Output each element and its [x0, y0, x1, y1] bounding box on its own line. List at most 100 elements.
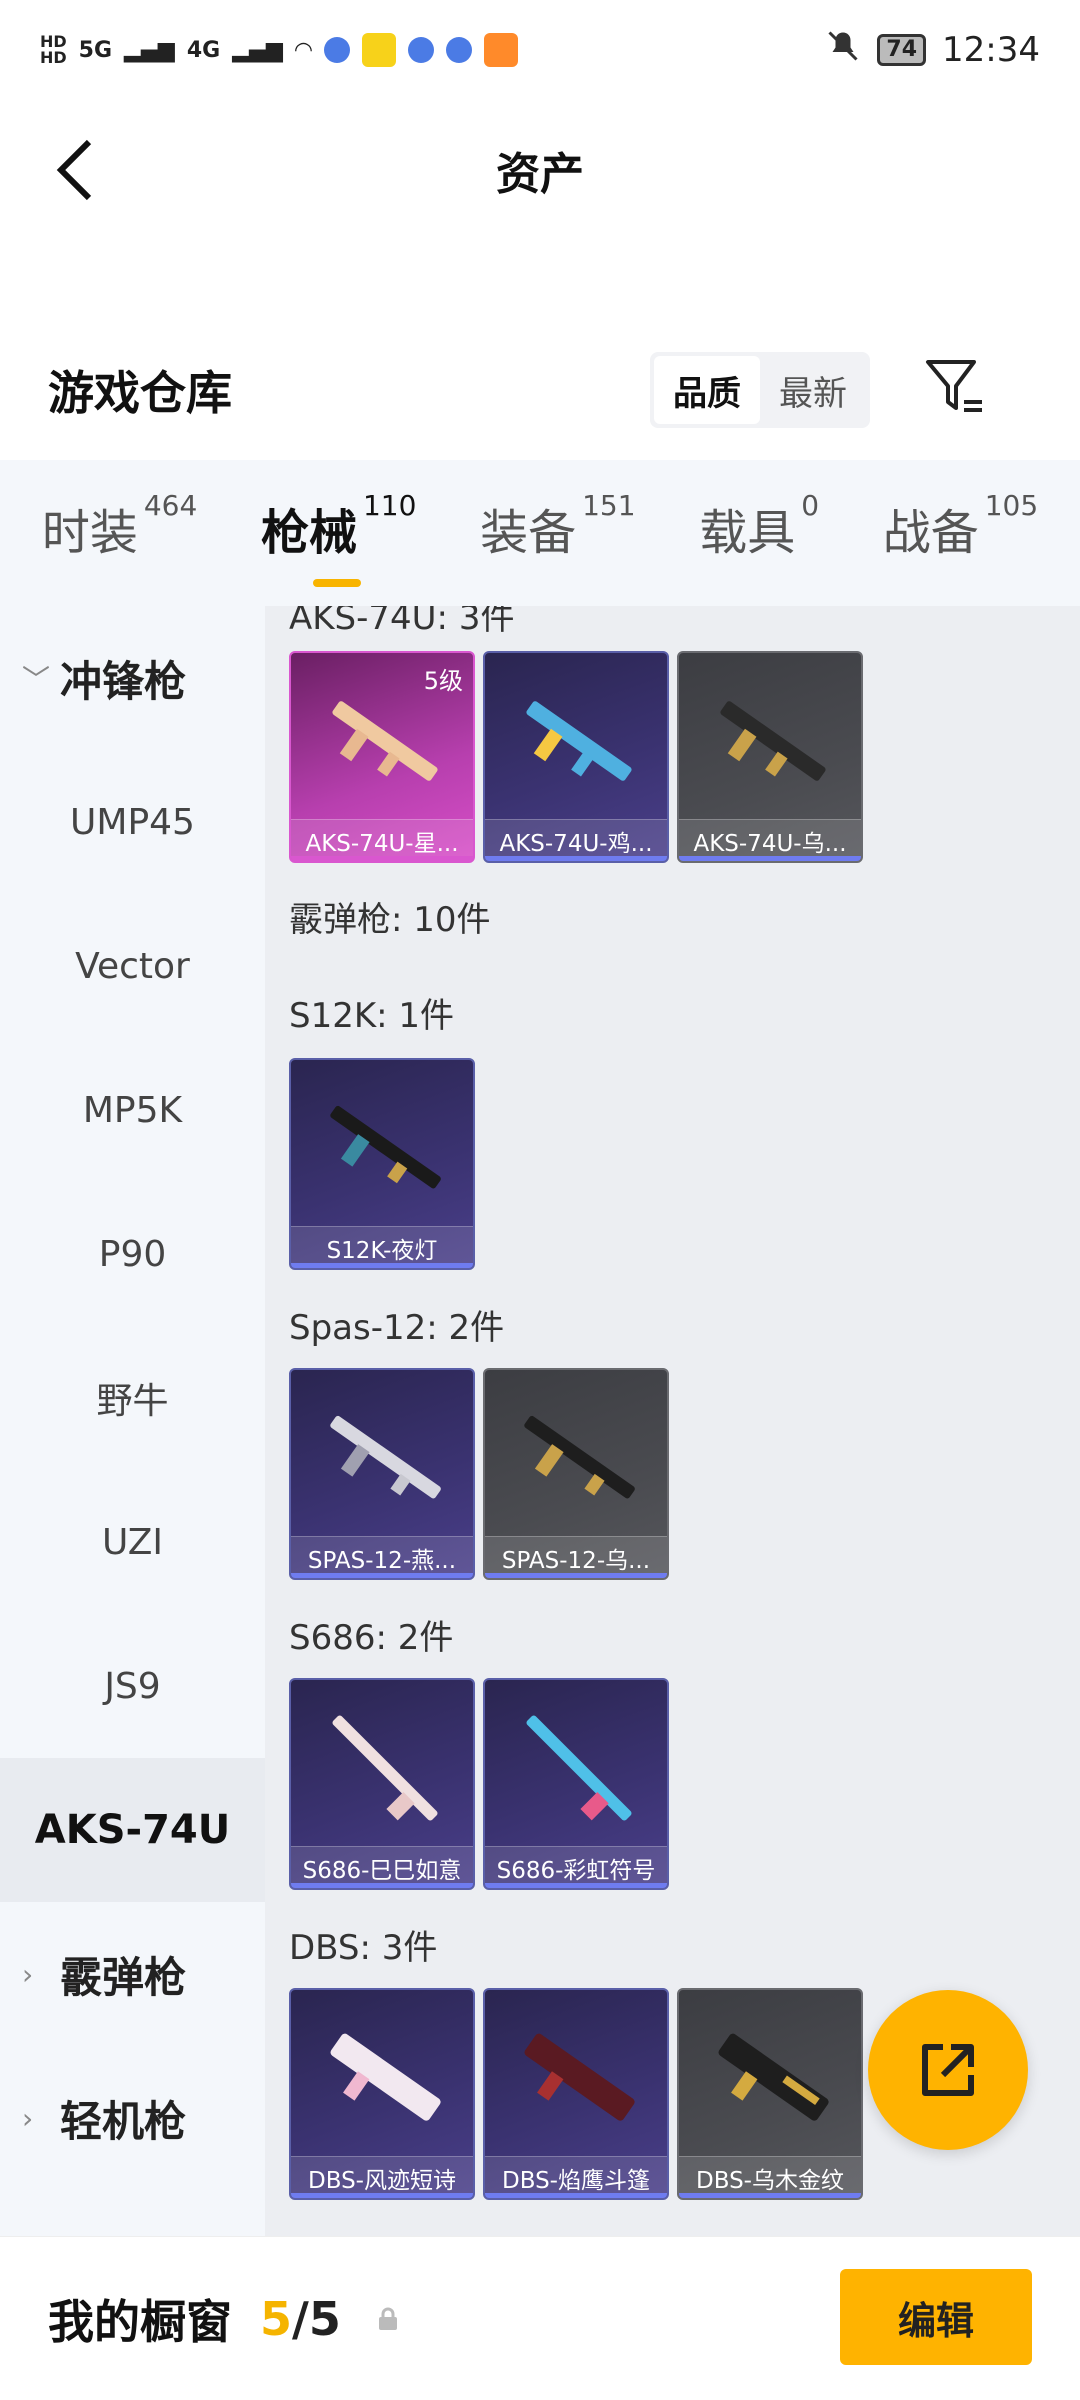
sidebar-group-shotgun[interactable]: › 霰弹枪 — [0, 1902, 265, 2046]
edit-button[interactable]: 编辑 — [840, 2269, 1032, 2365]
item-name: DBS-焰鹰斗篷 — [485, 2156, 667, 2198]
chevron-right-icon: › — [22, 1957, 34, 1991]
sidebar-group-smg[interactable]: ﹀ 冲锋枪 — [0, 606, 265, 750]
tab-label: 时装 — [41, 505, 138, 561]
item-card[interactable]: DBS-乌木金纹 — [677, 1988, 863, 2200]
rarity-bar — [485, 856, 667, 861]
showcase-count-current: 5 — [260, 2291, 293, 2346]
filter-button[interactable] — [920, 352, 990, 422]
item-name: S686-巳巳如意 — [291, 1846, 473, 1888]
item-card[interactable]: AKS-74U-鸡... — [483, 651, 669, 863]
tab-count: 151 — [582, 489, 636, 522]
weapon-sidebar: ﹀ 冲锋枪 UMP45 Vector MP5K P90 野牛 UZI JS9 A… — [0, 606, 265, 2236]
status-left: HD HD 5G ▂▄▆ 4G ▂▄▆ ◠ — [40, 33, 518, 67]
rarity-bar — [291, 1263, 473, 1268]
item-card[interactable]: 5级 AKS-74U-星... — [289, 651, 475, 863]
rifle-icon — [720, 701, 826, 781]
shotgun-icon — [526, 1715, 632, 1821]
status-bar: HD HD 5G ▂▄▆ 4G ▂▄▆ ◠ 74 12:34 — [0, 0, 1080, 100]
tab-active-indicator — [312, 579, 361, 587]
item-card[interactable]: S12K-夜灯 — [289, 1058, 475, 1270]
item-card[interactable]: SPAS-12-乌... — [483, 1368, 669, 1580]
item-name: S12K-夜灯 — [291, 1226, 473, 1268]
filter-icon — [926, 360, 982, 412]
app-notification-icon — [445, 37, 472, 63]
status-right: 74 12:34 — [825, 28, 1040, 73]
group-title-dbs: DBS: 3件 — [289, 1928, 438, 1968]
sidebar-group-label: 霰弹枪 — [60, 1952, 187, 2002]
shotgun-icon — [524, 2033, 635, 2121]
hd-label-bottom: HD — [40, 48, 67, 67]
top-nav: 资产 — [0, 100, 1080, 240]
wifi-icon: ◠ — [294, 37, 312, 63]
tab-vehicles[interactable]: 载具 0 — [699, 489, 819, 573]
chevron-right-icon: › — [22, 2101, 34, 2135]
tab-supplies[interactable]: 战备 105 — [882, 489, 1038, 573]
warehouse-title: 游戏仓库 — [48, 366, 232, 420]
app-notification-icon — [323, 37, 350, 63]
back-button[interactable] — [40, 135, 110, 205]
page-title: 资产 — [496, 149, 584, 200]
hd-indicator: HD HD — [40, 34, 67, 66]
sidebar-item-bizon[interactable]: 野牛 — [0, 1326, 265, 1470]
item-name: DBS-乌木金纹 — [679, 2156, 861, 2198]
tab-label: 装备 — [480, 505, 577, 561]
sidebar-item-ump45[interactable]: UMP45 — [0, 750, 265, 894]
category-tabs: 时装 464 枪械 110 装备 151 载具 0 战备 105 — [0, 460, 1080, 606]
item-name: SPAS-12-乌... — [485, 1536, 667, 1578]
item-card[interactable]: DBS-焰鹰斗篷 — [483, 1988, 669, 2200]
item-card[interactable]: SPAS-12-燕... — [289, 1368, 475, 1580]
warehouse-header: 游戏仓库 品质 最新 — [0, 330, 1080, 450]
app-notification-icon — [407, 37, 434, 63]
group-title-aks74u: AKS-74U: 3件 — [289, 606, 515, 638]
item-name: AKS-74U-乌... — [679, 819, 861, 861]
item-card[interactable]: S686-彩虹符号 — [483, 1678, 669, 1890]
sidebar-item-js9[interactable]: JS9 — [0, 1614, 265, 1758]
showcase-count: 5/5 — [260, 2292, 341, 2346]
group-title-spas12: Spas-12: 2件 — [289, 1308, 505, 1348]
tab-weapons[interactable]: 枪械 110 — [260, 489, 416, 587]
sidebar-item-uzi[interactable]: UZI — [0, 1470, 265, 1614]
rarity-bar — [291, 1883, 473, 1888]
sidebar-item-vector[interactable]: Vector — [0, 894, 265, 1038]
sidebar-item-mp5k[interactable]: MP5K — [0, 1038, 265, 1182]
chevron-down-icon: ﹀ — [22, 663, 51, 696]
share-fab-button[interactable] — [868, 1990, 1028, 2150]
item-name: SPAS-12-燕... — [291, 1536, 473, 1578]
item-name: DBS-风迹短诗 — [291, 2156, 473, 2198]
bell-muted-icon — [825, 28, 861, 73]
showcase-bar: 我的橱窗 5/5 编辑 — [0, 2236, 1080, 2400]
showcase-count-separator: / — [292, 2291, 309, 2346]
rarity-bar — [485, 2193, 667, 2198]
rarity-bar — [291, 2193, 473, 2198]
share-external-icon — [922, 2044, 974, 2096]
tab-fashion[interactable]: 时装 464 — [41, 489, 197, 573]
sort-quality-button[interactable]: 品质 — [654, 356, 760, 424]
tab-count: 464 — [143, 489, 198, 522]
item-card[interactable]: DBS-风迹短诗 — [289, 1988, 475, 2200]
item-name: AKS-74U-星... — [291, 819, 473, 861]
sidebar-item-aks74u[interactable]: AKS-74U — [0, 1758, 265, 1902]
shotgun-icon — [330, 1105, 441, 1189]
lock-icon — [378, 2307, 397, 2330]
sidebar-group-lmg[interactable]: › 轻机枪 — [0, 2046, 265, 2190]
item-name: S686-彩虹符号 — [485, 1846, 667, 1888]
item-card[interactable]: AKS-74U-乌... — [677, 651, 863, 863]
shotgun-icon — [332, 1715, 438, 1821]
tab-count: 105 — [984, 489, 1039, 522]
rarity-bar — [679, 856, 861, 861]
tab-label: 枪械 — [260, 505, 357, 561]
tab-equipment[interactable]: 装备 151 — [480, 489, 635, 573]
tab-label: 战备 — [882, 505, 979, 561]
tab-label: 载具 — [699, 505, 796, 561]
sidebar-item-p90[interactable]: P90 — [0, 1182, 265, 1326]
tab-count: 110 — [362, 489, 417, 522]
item-card[interactable]: S686-巳巳如意 — [289, 1678, 475, 1890]
shotgun-icon — [718, 2033, 829, 2121]
battery-level: 74 — [877, 34, 927, 66]
rarity-bar — [291, 1573, 473, 1578]
rifle-icon — [332, 701, 438, 781]
group-title-s12k: S12K: 1件 — [289, 996, 455, 1036]
sort-latest-button[interactable]: 最新 — [760, 356, 866, 424]
category-header-shotgun: 霰弹枪: 10件 — [289, 900, 491, 940]
